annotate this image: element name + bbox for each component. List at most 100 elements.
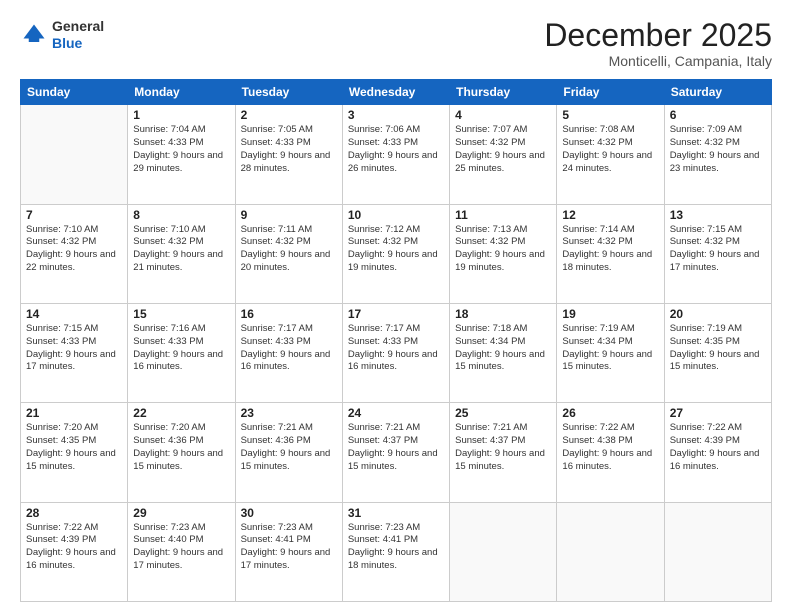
day-number: 20 xyxy=(670,307,766,321)
table-row: 19 Sunrise: 7:19 AMSunset: 4:34 PMDayligh… xyxy=(557,303,664,402)
day-number: 16 xyxy=(241,307,337,321)
day-number: 12 xyxy=(562,208,658,222)
day-info: Sunrise: 7:07 AMSunset: 4:32 PMDaylight:… xyxy=(455,124,551,175)
day-number: 24 xyxy=(348,406,444,420)
table-row: 23 Sunrise: 7:21 AMSunset: 4:36 PMDayligh… xyxy=(235,403,342,502)
col-saturday: Saturday xyxy=(664,80,771,105)
calendar-week-row: 21 Sunrise: 7:20 AMSunset: 4:35 PMDayligh… xyxy=(21,403,772,502)
table-row: 8 Sunrise: 7:10 AMSunset: 4:32 PMDaylight… xyxy=(128,204,235,303)
table-row: 14 Sunrise: 7:15 AMSunset: 4:33 PMDayligh… xyxy=(21,303,128,402)
logo-blue-text: Blue xyxy=(52,35,104,52)
day-number: 19 xyxy=(562,307,658,321)
day-number: 17 xyxy=(348,307,444,321)
day-number: 23 xyxy=(241,406,337,420)
day-info: Sunrise: 7:20 AMSunset: 4:35 PMDaylight:… xyxy=(26,422,122,473)
logo: General Blue xyxy=(20,18,104,52)
day-info: Sunrise: 7:17 AMSunset: 4:33 PMDaylight:… xyxy=(241,323,337,374)
table-row: 3 Sunrise: 7:06 AMSunset: 4:33 PMDaylight… xyxy=(342,105,449,204)
day-number: 31 xyxy=(348,506,444,520)
table-row: 9Sunrise: 7:11 AMSunset: 4:32 PMDaylight… xyxy=(235,204,342,303)
table-row xyxy=(450,502,557,601)
logo-general-text: General xyxy=(52,18,104,35)
table-row: 26Sunrise: 7:22 AMSunset: 4:38 PMDayligh… xyxy=(557,403,664,502)
header: General Blue December 2025 Monticelli, C… xyxy=(20,18,772,69)
table-row: 10 Sunrise: 7:12 AMSunset: 4:32 PMDayligh… xyxy=(342,204,449,303)
day-info: Sunrise: 7:21 AMSunset: 4:36 PMDaylight:… xyxy=(241,422,337,473)
table-row: 24 Sunrise: 7:21 AMSunset: 4:37 PMDayligh… xyxy=(342,403,449,502)
day-number: 1 xyxy=(133,108,229,122)
day-number: 28 xyxy=(26,506,122,520)
day-number: 5 xyxy=(562,108,658,122)
day-info: Sunrise: 7:23 AMSunset: 4:40 PMDaylight:… xyxy=(133,522,229,573)
col-monday: Monday xyxy=(128,80,235,105)
day-number: 13 xyxy=(670,208,766,222)
day-info: Sunrise: 7:10 AMSunset: 4:32 PMDaylight:… xyxy=(133,224,229,275)
calendar-table: Sunday Monday Tuesday Wednesday Thursday… xyxy=(20,79,772,602)
day-number: 30 xyxy=(241,506,337,520)
table-row xyxy=(21,105,128,204)
day-info: Sunrise: 7:19 AMSunset: 4:34 PMDaylight:… xyxy=(562,323,658,374)
logo-icon xyxy=(20,21,48,49)
calendar-week-row: 14 Sunrise: 7:15 AMSunset: 4:33 PMDayligh… xyxy=(21,303,772,402)
table-row: 31 Sunrise: 7:23 AMSunset: 4:41 PMDayligh… xyxy=(342,502,449,601)
location: Monticelli, Campania, Italy xyxy=(544,53,772,69)
table-row: 13Sunrise: 7:15 AMSunset: 4:32 PMDayligh… xyxy=(664,204,771,303)
day-number: 26 xyxy=(562,406,658,420)
table-row: 25Sunrise: 7:21 AMSunset: 4:37 PMDayligh… xyxy=(450,403,557,502)
day-info: Sunrise: 7:12 AMSunset: 4:32 PMDaylight:… xyxy=(348,224,444,275)
table-row: 2Sunrise: 7:05 AMSunset: 4:33 PMDaylight… xyxy=(235,105,342,204)
day-info: Sunrise: 7:20 AMSunset: 4:36 PMDaylight:… xyxy=(133,422,229,473)
table-row: 21 Sunrise: 7:20 AMSunset: 4:35 PMDayligh… xyxy=(21,403,128,502)
calendar-body: 1 Sunrise: 7:04 AMSunset: 4:33 PMDaylight… xyxy=(21,105,772,602)
table-row: 16 Sunrise: 7:17 AMSunset: 4:33 PMDayligh… xyxy=(235,303,342,402)
day-info: Sunrise: 7:22 AMSunset: 4:39 PMDaylight:… xyxy=(670,422,766,473)
day-number: 21 xyxy=(26,406,122,420)
table-row: 17Sunrise: 7:17 AMSunset: 4:33 PMDayligh… xyxy=(342,303,449,402)
table-row: 7Sunrise: 7:10 AMSunset: 4:32 PMDaylight… xyxy=(21,204,128,303)
table-row: 27Sunrise: 7:22 AMSunset: 4:39 PMDayligh… xyxy=(664,403,771,502)
month-title: December 2025 xyxy=(544,18,772,53)
day-info: Sunrise: 7:21 AMSunset: 4:37 PMDaylight:… xyxy=(348,422,444,473)
day-info: Sunrise: 7:09 AMSunset: 4:32 PMDaylight:… xyxy=(670,124,766,175)
day-number: 8 xyxy=(133,208,229,222)
day-number: 7 xyxy=(26,208,122,222)
table-row: 22 Sunrise: 7:20 AMSunset: 4:36 PMDayligh… xyxy=(128,403,235,502)
day-info: Sunrise: 7:19 AMSunset: 4:35 PMDaylight:… xyxy=(670,323,766,374)
day-number: 15 xyxy=(133,307,229,321)
day-number: 4 xyxy=(455,108,551,122)
calendar-page: General Blue December 2025 Monticelli, C… xyxy=(0,0,792,612)
table-row: 4 Sunrise: 7:07 AMSunset: 4:32 PMDaylight… xyxy=(450,105,557,204)
day-number: 2 xyxy=(241,108,337,122)
day-number: 11 xyxy=(455,208,551,222)
day-number: 14 xyxy=(26,307,122,321)
table-row: 6 Sunrise: 7:09 AMSunset: 4:32 PMDaylight… xyxy=(664,105,771,204)
day-info: Sunrise: 7:23 AMSunset: 4:41 PMDaylight:… xyxy=(348,522,444,573)
day-number: 25 xyxy=(455,406,551,420)
day-number: 10 xyxy=(348,208,444,222)
day-number: 6 xyxy=(670,108,766,122)
day-info: Sunrise: 7:23 AMSunset: 4:41 PMDaylight:… xyxy=(241,522,337,573)
table-row: 15Sunrise: 7:16 AMSunset: 4:33 PMDayligh… xyxy=(128,303,235,402)
day-info: Sunrise: 7:18 AMSunset: 4:34 PMDaylight:… xyxy=(455,323,551,374)
col-wednesday: Wednesday xyxy=(342,80,449,105)
table-row: 18 Sunrise: 7:18 AMSunset: 4:34 PMDayligh… xyxy=(450,303,557,402)
day-info: Sunrise: 7:04 AMSunset: 4:33 PMDaylight:… xyxy=(133,124,229,175)
calendar-week-row: 28 Sunrise: 7:22 AMSunset: 4:39 PMDayligh… xyxy=(21,502,772,601)
day-number: 29 xyxy=(133,506,229,520)
day-info: Sunrise: 7:22 AMSunset: 4:39 PMDaylight:… xyxy=(26,522,122,573)
table-row xyxy=(557,502,664,601)
table-row: 29 Sunrise: 7:23 AMSunset: 4:40 PMDayligh… xyxy=(128,502,235,601)
col-sunday: Sunday xyxy=(21,80,128,105)
day-number: 22 xyxy=(133,406,229,420)
day-info: Sunrise: 7:14 AMSunset: 4:32 PMDaylight:… xyxy=(562,224,658,275)
col-friday: Friday xyxy=(557,80,664,105)
table-row: 1 Sunrise: 7:04 AMSunset: 4:33 PMDaylight… xyxy=(128,105,235,204)
calendar-week-row: 1 Sunrise: 7:04 AMSunset: 4:33 PMDaylight… xyxy=(21,105,772,204)
day-info: Sunrise: 7:06 AMSunset: 4:33 PMDaylight:… xyxy=(348,124,444,175)
day-info: Sunrise: 7:15 AMSunset: 4:33 PMDaylight:… xyxy=(26,323,122,374)
table-row: 20 Sunrise: 7:19 AMSunset: 4:35 PMDayligh… xyxy=(664,303,771,402)
table-row: 28 Sunrise: 7:22 AMSunset: 4:39 PMDayligh… xyxy=(21,502,128,601)
day-number: 3 xyxy=(348,108,444,122)
day-info: Sunrise: 7:13 AMSunset: 4:32 PMDaylight:… xyxy=(455,224,551,275)
day-number: 18 xyxy=(455,307,551,321)
